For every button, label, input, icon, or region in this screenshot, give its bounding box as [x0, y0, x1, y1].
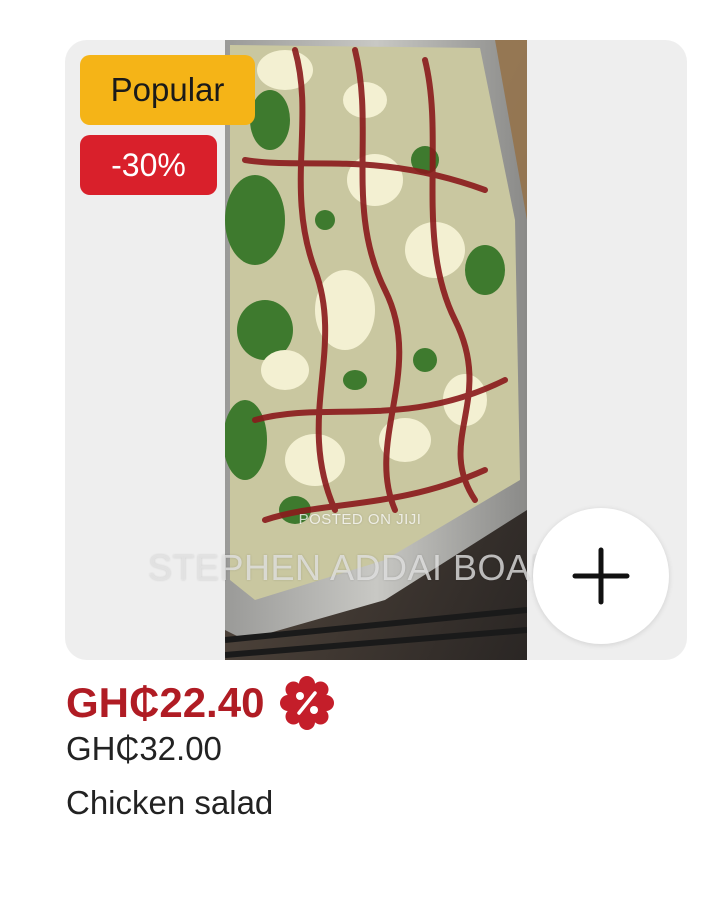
discount-badge-label: -30% — [111, 146, 186, 183]
popular-badge-label: Popular — [110, 71, 225, 108]
price-row: GH₵22.40 — [66, 676, 335, 730]
watermark-posted-on: POSTED ON JIJI — [298, 511, 422, 528]
plus-icon — [572, 547, 630, 605]
popular-badge: Popular — [80, 55, 255, 125]
current-price: GH₵22.40 — [66, 679, 265, 726]
discount-percent-icon — [280, 676, 335, 730]
original-price: GH₵32.00 — [66, 730, 222, 767]
add-to-cart-button[interactable] — [533, 508, 669, 644]
product-name[interactable]: Chicken salad — [66, 784, 273, 822]
discount-badge: -30% — [80, 135, 217, 195]
